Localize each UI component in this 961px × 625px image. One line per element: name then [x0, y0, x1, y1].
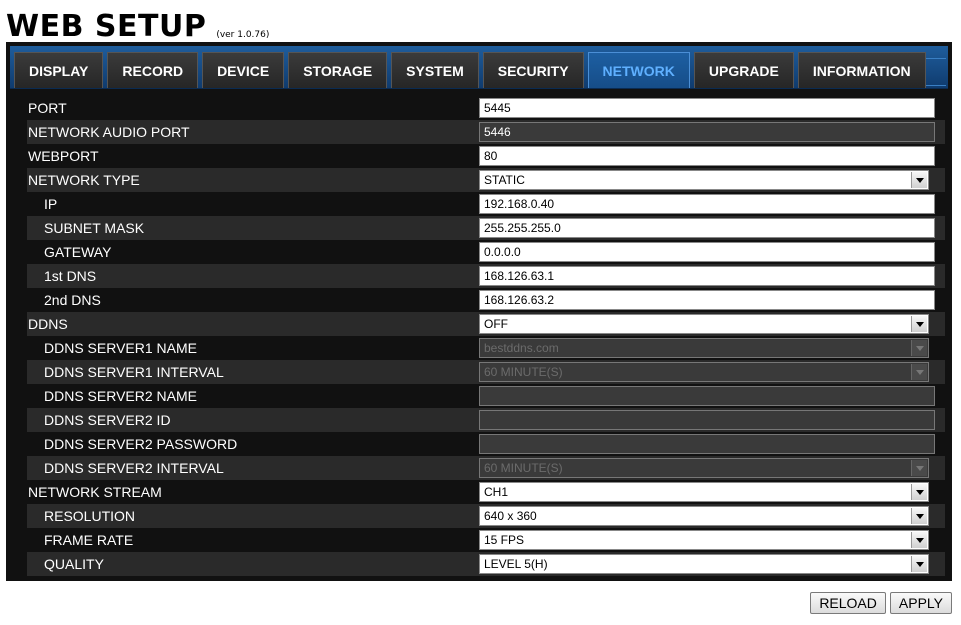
row-network-stream: NETWORK STREAM CH1	[27, 480, 945, 504]
chevron-down-icon[interactable]	[911, 484, 927, 500]
network-audio-port-input[interactable]	[479, 122, 935, 142]
row-network-type: NETWORK TYPE STATIC	[27, 168, 945, 192]
action-buttons: RELOAD APPLY	[810, 592, 952, 614]
chevron-down-icon[interactable]	[911, 460, 927, 476]
row-ddns: DDNS OFF	[27, 312, 945, 336]
port-label: PORT	[28, 100, 67, 116]
row-ip: IP	[27, 192, 945, 216]
subnet-mask-input[interactable]	[479, 218, 935, 238]
dns1-label: 1st DNS	[44, 268, 97, 284]
webport-label: WEBPORT	[28, 148, 99, 164]
ddns-server2-interval-label: DDNS SERVER2 INTERVAL	[44, 460, 224, 476]
page-title: WEB SETUP	[6, 9, 207, 44]
quality-value: LEVEL 5(H)	[484, 557, 548, 571]
tab-network[interactable]: NETWORK	[587, 52, 690, 88]
ddns-value: OFF	[484, 317, 508, 331]
network-audio-port-label: NETWORK AUDIO PORT	[28, 124, 190, 140]
row-ddns-server2-interval: DDNS SERVER2 INTERVAL 60 MINUTE(S)	[27, 456, 945, 480]
row-frame-rate: FRAME RATE 15 FPS	[27, 528, 945, 552]
ddns-server1-interval-label: DDNS SERVER1 INTERVAL	[44, 364, 224, 380]
network-type-value: STATIC	[484, 173, 525, 187]
ddns-server1-interval-select[interactable]: 60 MINUTE(S)	[479, 362, 929, 382]
ddns-server2-password-input[interactable]	[479, 434, 935, 454]
quality-select[interactable]: LEVEL 5(H)	[479, 554, 929, 574]
ddns-server1-interval-value: 60 MINUTE(S)	[484, 365, 563, 379]
row-quality: QUALITY LEVEL 5(H)	[27, 552, 945, 576]
ip-label: IP	[44, 196, 58, 212]
ddns-server2-id-input[interactable]	[479, 410, 935, 430]
ddns-server2-id-label: DDNS SERVER2 ID	[44, 412, 171, 428]
ddns-server1-name-label: DDNS SERVER1 NAME	[44, 340, 198, 356]
ddns-select[interactable]: OFF	[479, 314, 929, 334]
frame-rate-value: 15 FPS	[484, 533, 525, 547]
network-stream-select[interactable]: CH1	[479, 482, 929, 502]
network-stream-value: CH1	[484, 485, 509, 499]
webport-input[interactable]	[479, 146, 935, 166]
chevron-down-icon[interactable]	[911, 172, 927, 188]
ddns-server1-name-value: bestddns.com	[484, 341, 559, 355]
tab-system[interactable]: SYSTEM	[391, 52, 479, 88]
row-dns1: 1st DNS	[27, 264, 945, 288]
settings-panel: DISPLAY RECORD DEVICE STORAGE SYSTEM SEC…	[6, 42, 952, 581]
tab-information[interactable]: INFORMATION	[797, 52, 926, 88]
row-resolution: RESOLUTION 640 x 360	[27, 504, 945, 528]
chevron-down-icon[interactable]	[911, 556, 927, 572]
quality-label: QUALITY	[44, 556, 104, 572]
ddns-label: DDNS	[28, 316, 68, 332]
tab-storage[interactable]: STORAGE	[288, 52, 388, 88]
dns2-label: 2nd DNS	[44, 292, 101, 308]
chevron-down-icon[interactable]	[911, 364, 927, 380]
port-input[interactable]	[479, 98, 935, 118]
tab-security[interactable]: SECURITY	[482, 52, 584, 88]
chevron-down-icon[interactable]	[911, 508, 927, 524]
reload-button[interactable]: RELOAD	[810, 592, 886, 614]
tab-bar: DISPLAY RECORD DEVICE STORAGE SYSTEM SEC…	[10, 46, 948, 89]
gateway-input[interactable]	[479, 242, 935, 262]
chevron-down-icon[interactable]	[911, 532, 927, 548]
ddns-server1-name-select[interactable]: bestddns.com	[479, 338, 929, 358]
ddns-server2-name-label: DDNS SERVER2 NAME	[44, 388, 198, 404]
ddns-server2-interval-select[interactable]: 60 MINUTE(S)	[479, 458, 929, 478]
frame-rate-select[interactable]: 15 FPS	[479, 530, 929, 550]
network-type-label: NETWORK TYPE	[28, 172, 140, 188]
row-webport: WEBPORT	[27, 144, 945, 168]
row-gateway: GATEWAY	[27, 240, 945, 264]
resolution-select[interactable]: 640 x 360	[479, 506, 929, 526]
chevron-down-icon[interactable]	[911, 340, 927, 356]
resolution-value: 640 x 360	[484, 509, 537, 523]
row-ddns-server2-name: DDNS SERVER2 NAME	[27, 384, 945, 408]
row-ddns-server2-id: DDNS SERVER2 ID	[27, 408, 945, 432]
network-type-select[interactable]: STATIC	[479, 170, 929, 190]
subnet-mask-label: SUBNET MASK	[44, 220, 145, 236]
row-ddns-server2-password: DDNS SERVER2 PASSWORD	[27, 432, 945, 456]
row-port: PORT	[27, 96, 945, 120]
tab-upgrade[interactable]: UPGRADE	[693, 52, 794, 88]
ddns-server2-name-input[interactable]	[479, 386, 935, 406]
tab-display[interactable]: DISPLAY	[14, 52, 104, 88]
ddns-server2-interval-value: 60 MINUTE(S)	[484, 461, 563, 475]
row-ddns-server1-interval: DDNS SERVER1 INTERVAL 60 MINUTE(S)	[27, 360, 945, 384]
row-ddns-server1-name: DDNS SERVER1 NAME bestddns.com	[27, 336, 945, 360]
gateway-label: GATEWAY	[44, 244, 112, 260]
apply-button[interactable]: APPLY	[889, 592, 952, 614]
row-network-audio-port: NETWORK AUDIO PORT	[27, 120, 945, 144]
ddns-server2-password-label: DDNS SERVER2 PASSWORD	[44, 436, 238, 452]
row-dns2: 2nd DNS	[27, 288, 945, 312]
chevron-down-icon[interactable]	[911, 316, 927, 332]
frame-rate-label: FRAME RATE	[44, 532, 134, 548]
network-stream-label: NETWORK STREAM	[28, 484, 162, 500]
version-label: (ver 1.0.76)	[216, 30, 270, 40]
row-subnet-mask: SUBNET MASK	[27, 216, 945, 240]
network-settings-form: PORT NETWORK AUDIO PORT WEBPORT NETWORK …	[27, 96, 945, 576]
tab-device[interactable]: DEVICE	[202, 52, 285, 88]
ip-input[interactable]	[479, 194, 935, 214]
header: WEB SETUP (ver 1.0.76)	[6, 4, 269, 44]
resolution-label: RESOLUTION	[44, 508, 136, 524]
dns1-input[interactable]	[479, 266, 935, 286]
dns2-input[interactable]	[479, 290, 935, 310]
tab-record[interactable]: RECORD	[107, 52, 199, 88]
